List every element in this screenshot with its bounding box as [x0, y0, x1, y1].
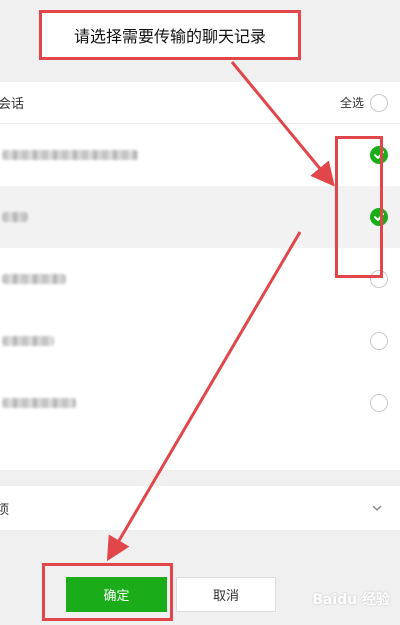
select-all-label: 全选 [339, 96, 364, 110]
blurred-conversation-name [2, 274, 66, 284]
select-all-radio[interactable] [370, 93, 388, 112]
type-selector-label: 项 [0, 502, 10, 518]
type-selector[interactable]: 项 [0, 486, 400, 530]
conversation-row[interactable] [0, 310, 400, 372]
conversation-checkbox[interactable] [370, 394, 388, 412]
select-all-control[interactable]: 全选 [339, 93, 388, 112]
conversation-checkbox[interactable] [370, 332, 388, 350]
blurred-conversation-name [2, 336, 54, 346]
blurred-conversation-name [2, 212, 28, 222]
chevron-down-icon [372, 505, 382, 511]
conversation-header-label: 会话 [0, 97, 25, 112]
highlight-box-checkboxes [335, 136, 383, 278]
highlight-box-confirm [42, 563, 173, 621]
instruction-banner: 请选择需要传输的聊天记录 [39, 10, 301, 60]
conversation-row[interactable] [0, 372, 400, 434]
blurred-conversation-name [2, 398, 76, 408]
instruction-text: 请选择需要传输的聊天记录 [73, 27, 266, 46]
panel-header: 会话 全选 [0, 82, 400, 124]
blurred-conversation-name [2, 150, 138, 160]
watermark: Baidu 经验 [312, 592, 390, 608]
cancel-button[interactable]: 取消 [176, 577, 276, 612]
